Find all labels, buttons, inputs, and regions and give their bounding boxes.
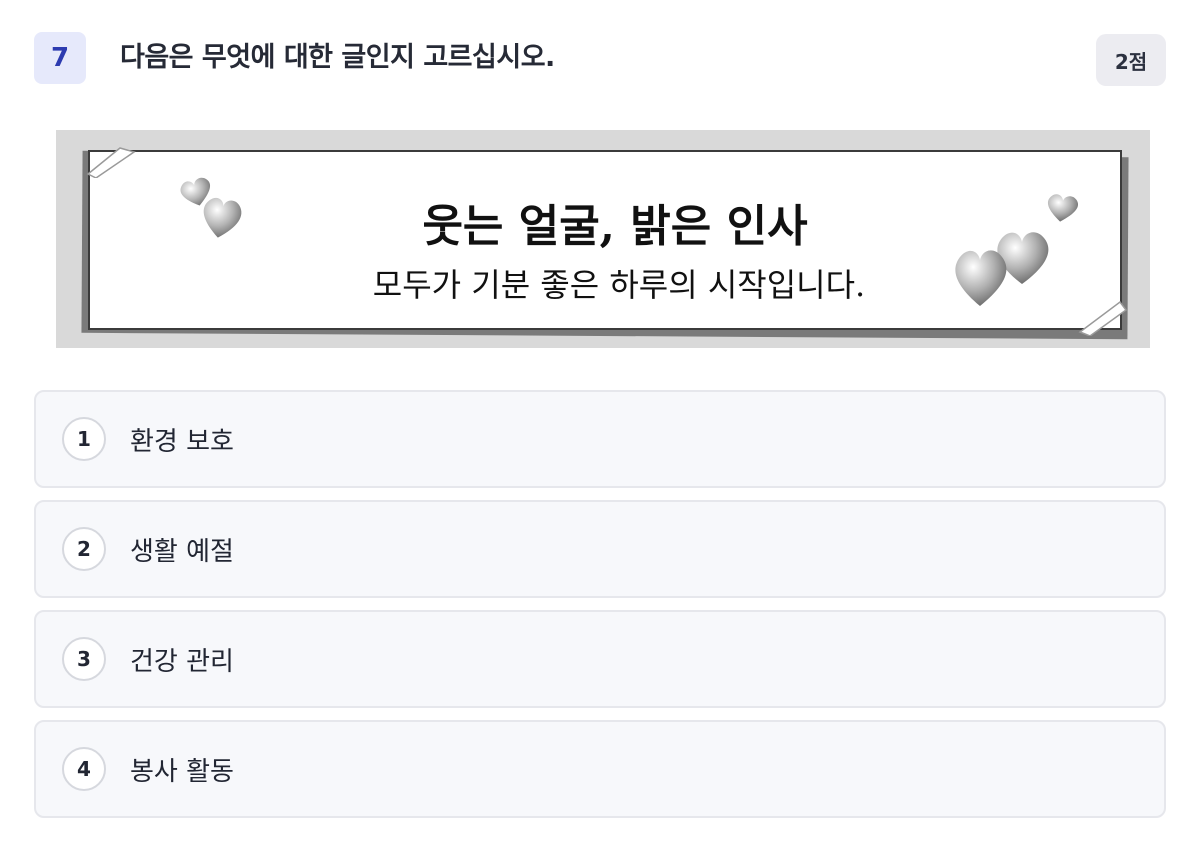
hearts-decoration-right xyxy=(955,194,1079,306)
answer-option-1[interactable]: 1 환경 보호 xyxy=(34,390,1166,488)
folded-corner-icon xyxy=(86,147,136,178)
option-label: 건강 관리 xyxy=(130,646,234,677)
question-number-badge: 7 xyxy=(34,32,86,84)
option-label: 환경 보호 xyxy=(130,426,234,457)
answer-option-2[interactable]: 2 생활 예절 xyxy=(34,500,1166,598)
question-prompt: 다음은 무엇에 대한 글인지 고르십시오. xyxy=(120,42,555,73)
hearts-decoration-left xyxy=(180,177,242,238)
answer-option-3[interactable]: 3 건강 관리 xyxy=(34,610,1166,708)
answer-option-4[interactable]: 4 봉사 활동 xyxy=(34,720,1166,818)
heart-icon xyxy=(203,197,242,238)
question-page: 7 다음은 무엇에 대한 글인지 고르십시오. 2점 웃는 얼굴, 밝은 인사 … xyxy=(0,0,1200,852)
question-image: 웃는 얼굴, 밝은 인사 모두가 기분 좋은 하루의 시작입니다. xyxy=(56,130,1150,348)
heart-icon xyxy=(955,250,1007,306)
option-number: 2 xyxy=(62,527,106,571)
option-number: 4 xyxy=(62,747,106,791)
option-label: 생활 예절 xyxy=(130,536,234,567)
heart-icon xyxy=(1047,194,1079,222)
option-number: 1 xyxy=(62,417,106,461)
option-label: 봉사 활동 xyxy=(130,756,234,787)
points-badge: 2점 xyxy=(1096,34,1166,86)
option-number: 3 xyxy=(62,637,106,681)
